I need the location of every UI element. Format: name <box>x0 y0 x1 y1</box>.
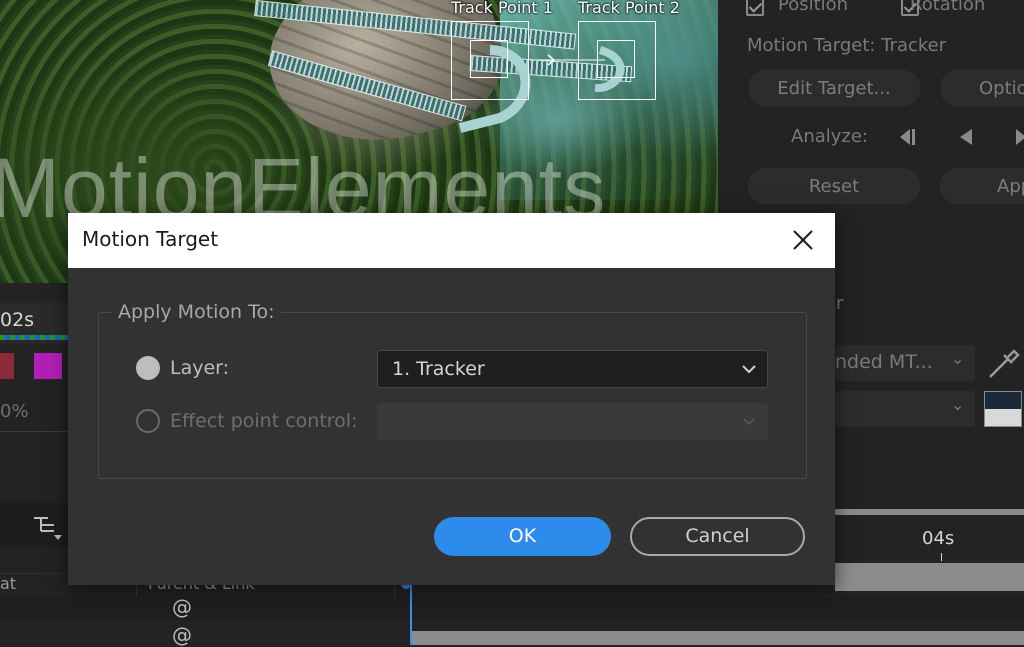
effect-point-label: Effect point control: <box>170 410 358 432</box>
cancel-button[interactable]: Cancel <box>630 517 805 556</box>
time-tick-right <box>941 553 942 561</box>
time-marker-right: 04s <box>922 528 955 549</box>
options-button[interactable]: Options <box>940 70 1024 106</box>
analyze-back-frame-icon[interactable] <box>900 129 910 145</box>
color-swatch-magenta[interactable] <box>34 353 62 379</box>
secondary-dropdown[interactable]: ⌄ <box>835 391 975 427</box>
pickwhip-icon-1[interactable]: @ <box>172 595 192 619</box>
motion-target-text: Motion Target: Tracker <box>747 35 947 56</box>
analyze-backward-icon[interactable] <box>960 129 972 145</box>
edit-target-button[interactable]: Edit Target... <box>748 70 920 106</box>
track-point-1-feature-box[interactable] <box>470 40 508 78</box>
dialog-titlebar[interactable]: Motion Target <box>68 213 835 268</box>
chevron-down-icon: ⌄ <box>951 395 965 414</box>
properties-right-label: r <box>836 293 844 314</box>
track-point-1-label: Track Point 1 <box>451 0 553 17</box>
position-label: Position <box>778 0 849 15</box>
track-point-2-feature-box[interactable] <box>597 40 635 78</box>
layer-label: Layer: <box>170 357 230 379</box>
work-area-bar <box>0 335 68 340</box>
layer-select[interactable]: 1. Tracker <box>377 350 768 388</box>
layer-track-bar[interactable] <box>412 631 1024 645</box>
layer-row-1[interactable] <box>0 597 1024 621</box>
hierarchy-icon[interactable] <box>32 513 64 543</box>
color-swatch-red[interactable] <box>0 353 14 379</box>
time-marker-left: 02s <box>0 309 35 331</box>
blend-mode-dropdown[interactable]: nded MT... ⌄ <box>835 345 975 381</box>
ok-button[interactable]: OK <box>434 517 611 556</box>
zoom-divider <box>0 431 68 432</box>
analyze-controls <box>900 129 1024 145</box>
motion-target-dialog: Motion Target Apply Motion To: Layer: 1.… <box>68 213 835 585</box>
group-legend: Apply Motion To: <box>112 301 281 323</box>
track-point-2-label: Track Point 2 <box>578 0 680 17</box>
dialog-title: Motion Target <box>82 227 219 251</box>
color-swatch-box[interactable] <box>984 391 1022 427</box>
work-area-right <box>835 563 1024 591</box>
analyze-label: Analyze: <box>791 126 868 147</box>
analyze-back-frame-bar <box>912 129 915 145</box>
chevron-down-icon <box>742 365 756 374</box>
apply-motion-group <box>98 312 807 479</box>
reset-button[interactable]: Reset <box>748 168 920 204</box>
layer-select-value: 1. Tracker <box>392 358 485 380</box>
apply-button[interactable]: Apply <box>940 168 1024 204</box>
pickwhip-icon-2[interactable]: @ <box>172 623 192 647</box>
close-icon[interactable] <box>786 223 820 257</box>
eyedropper-icon[interactable] <box>984 345 1022 383</box>
column-header-left: at <box>0 574 17 593</box>
effect-point-select[interactable] <box>377 403 768 440</box>
chevron-down-icon: ⌄ <box>951 349 965 368</box>
layer-radio[interactable] <box>136 356 160 380</box>
blend-mode-value: nded MT... <box>835 351 933 373</box>
chevron-down-icon <box>743 418 755 426</box>
effect-point-radio[interactable] <box>136 409 160 433</box>
position-checkbox[interactable] <box>746 0 764 16</box>
zoom-value: 0% <box>0 401 29 422</box>
analyze-forward-icon[interactable] <box>1016 129 1024 145</box>
rotation-label: Rotation <box>910 0 986 15</box>
